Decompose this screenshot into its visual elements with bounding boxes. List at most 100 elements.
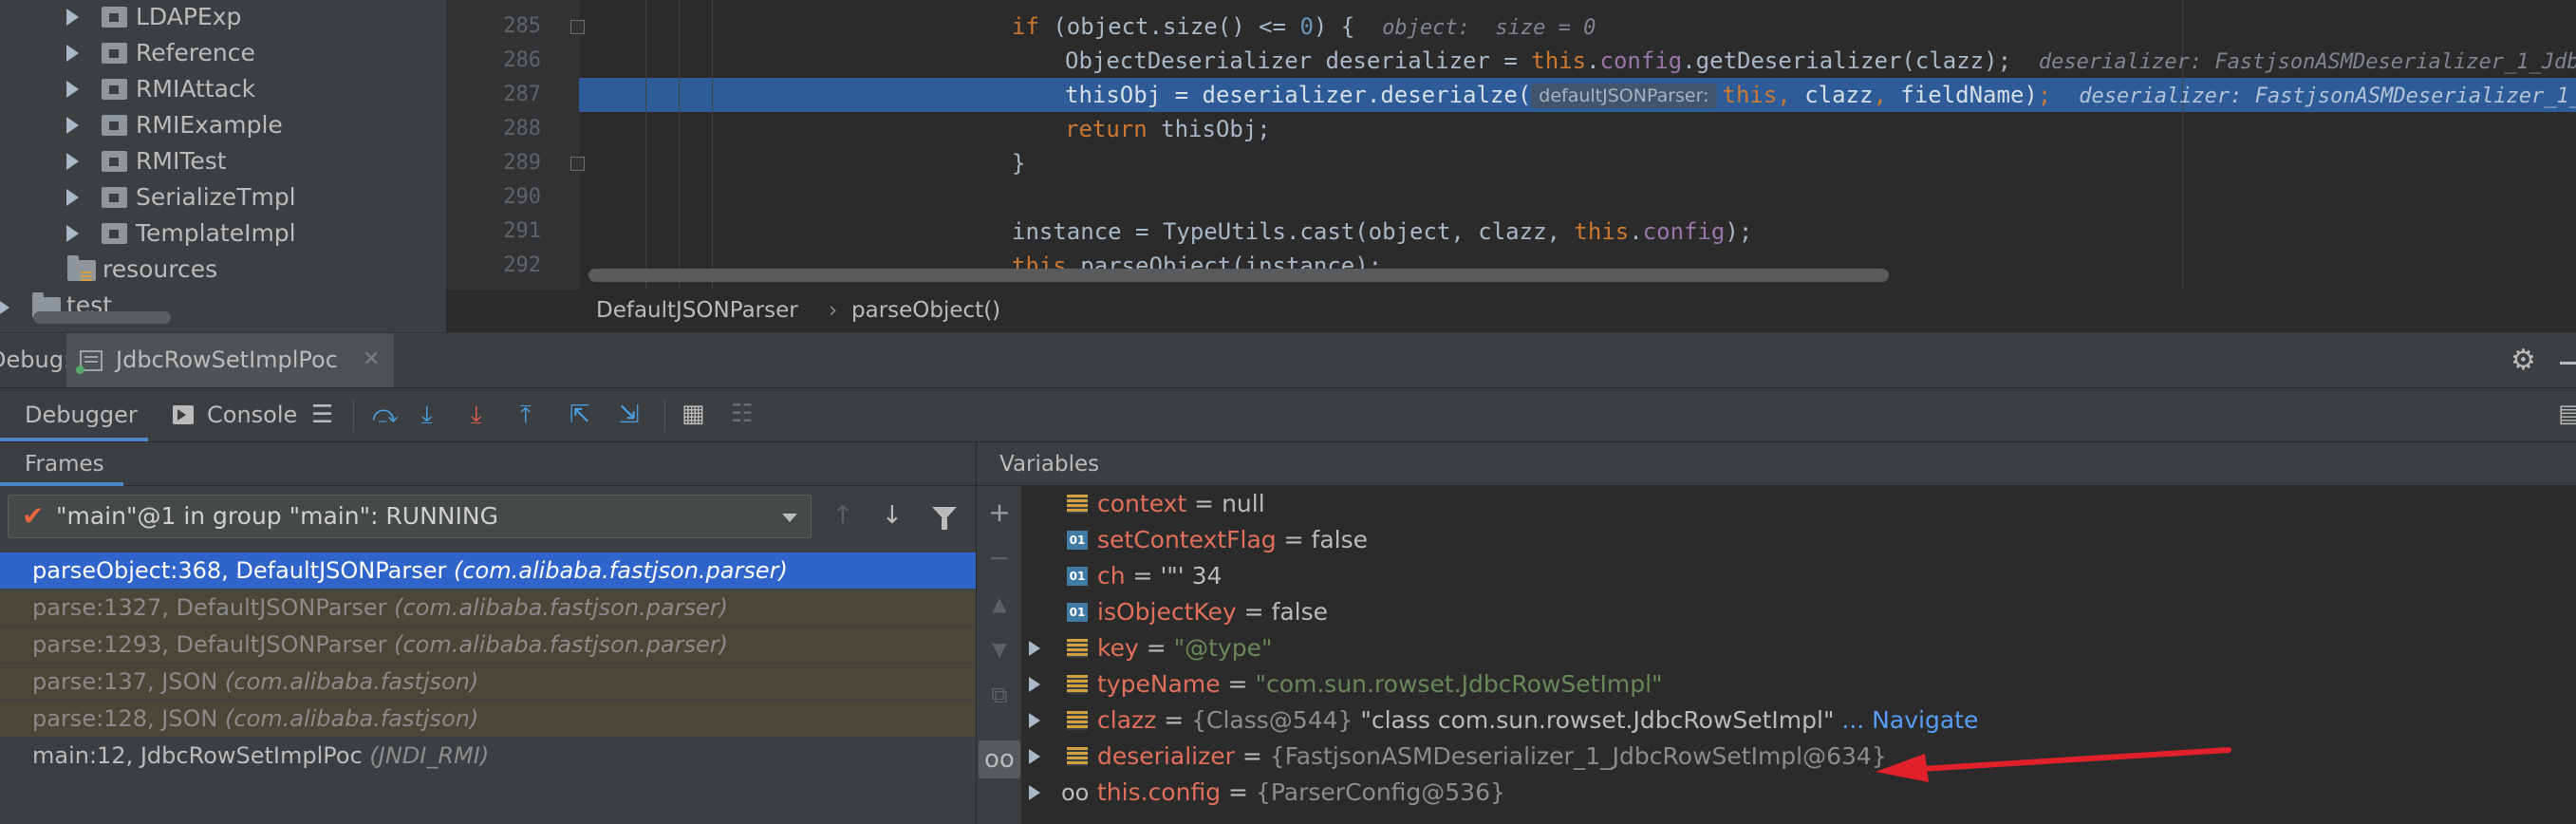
- expand-arrow-icon[interactable]: [66, 153, 79, 170]
- expand-arrow-icon[interactable]: [1029, 749, 1040, 764]
- annotation-arrow: [1876, 747, 2231, 782]
- field-icon: [1067, 711, 1088, 730]
- expand-arrow-icon[interactable]: [66, 189, 79, 206]
- breadcrumb-class[interactable]: DefaultJSONParser: [596, 290, 798, 332]
- variable-row[interactable]: clazz = {Class@544} "class com.sun.rowse…: [1021, 702, 2576, 739]
- variable-row[interactable]: 01 isObjectKey = false: [1021, 594, 2576, 630]
- package-icon: [102, 151, 127, 172]
- code-line-291: instance = TypeUtils.cast(object, clazz,…: [1012, 218, 1753, 245]
- field-icon: [1067, 747, 1088, 766]
- line-number-gutter[interactable]: 285 286 287 288 289 290 291 292: [446, 0, 585, 290]
- minimize-icon[interactable]: [2560, 362, 2576, 365]
- package-icon: [102, 43, 127, 64]
- code-line-289: }: [1012, 150, 1026, 177]
- parameter-hint: defaultJSONParser:: [1531, 84, 1717, 108]
- frame-item[interactable]: parse:128, JSON (com.alibaba.fastjson): [0, 701, 976, 737]
- line-number: 287: [503, 83, 541, 106]
- variables-panel-header: Variables: [976, 442, 2576, 486]
- primitive-field-icon: 01: [1067, 531, 1088, 550]
- inline-debug-value: deserializer: FastjsonASMDeserializer_1_…: [2079, 84, 2576, 108]
- run-to-cursor-icon[interactable]: ⇲: [619, 401, 640, 429]
- run-config-icon: [76, 350, 103, 374]
- previous-frame-icon: ↑: [832, 501, 853, 530]
- expand-arrow-icon[interactable]: [66, 117, 79, 134]
- package-icon: [102, 115, 127, 136]
- breadcrumb-method[interactable]: parseObject(): [851, 290, 1000, 332]
- line-number: 291: [503, 219, 541, 243]
- watches-toggle-button[interactable]: oo: [979, 740, 1020, 778]
- debug-session-tab[interactable]: JdbcRowSetImplPoc ✕: [66, 333, 394, 388]
- code-line-288: return thisObj;: [1065, 116, 1271, 142]
- variable-row[interactable]: deserializer = {FastjsonASMDeserializer_…: [1021, 739, 2576, 775]
- tab-debugger[interactable]: Debugger: [0, 388, 148, 441]
- tree-horizontal-scrollbar[interactable]: [33, 311, 171, 324]
- variable-row[interactable]: key = "@type": [1021, 630, 2576, 666]
- expand-arrow-icon[interactable]: [66, 9, 79, 26]
- variable-row[interactable]: 01 setContextFlag = false: [1021, 522, 2576, 558]
- frame-item[interactable]: main:12, JdbcRowSetImplPoc (JNDI_RMI): [0, 738, 976, 774]
- fold-marker-icon[interactable]: [570, 20, 585, 34]
- code-line-285: if (object.size() <= 0) { object: size =…: [1012, 13, 1596, 40]
- debug-tool-window-header: Debug: JdbcRowSetImplPoc ✕ ⚙: [0, 332, 2576, 388]
- chevron-down-icon[interactable]: [782, 514, 797, 522]
- package-icon: [102, 79, 127, 100]
- check-icon: ✔: [22, 500, 45, 532]
- step-out-icon[interactable]: ⤒: [520, 401, 532, 429]
- expand-arrow-icon[interactable]: [1029, 677, 1040, 692]
- line-number: 289: [503, 151, 541, 175]
- settings-gear-icon[interactable]: ⚙: [2511, 346, 2536, 375]
- breadcrumb: DefaultJSONParser › parseObject(): [446, 290, 2576, 332]
- variables-side-toolbar: + − ▲ ▼ ⧉ oo: [976, 486, 1021, 824]
- layout-menu-icon[interactable]: ☰: [311, 401, 333, 429]
- inline-debug-value: deserializer: FastjsonASMDeserializer_1_…: [2038, 50, 2576, 74]
- variable-row[interactable]: typeName = "com.sun.rowset.JdbcRowSetImp…: [1021, 666, 2576, 702]
- code-line-287: thisObj = deserializer.deserialze(defaul…: [1065, 78, 2576, 112]
- step-into-icon[interactable]: ⤓: [421, 401, 433, 429]
- force-step-into-icon[interactable]: ⤓: [471, 401, 482, 429]
- variable-row[interactable]: context = null: [1021, 486, 2576, 522]
- thread-selector[interactable]: ✔ "main"@1 in group "main": RUNNING: [8, 495, 812, 538]
- package-icon: [102, 187, 127, 208]
- code-line-286: ObjectDeserializer deserializer = this.c…: [1065, 44, 2576, 78]
- watch-glasses-icon: oo: [1061, 779, 1090, 806]
- package-icon: [102, 223, 127, 244]
- step-over-icon[interactable]: ⤼: [372, 401, 399, 429]
- field-icon: [1067, 495, 1088, 514]
- editor-horizontal-scrollbar[interactable]: [588, 269, 1889, 282]
- code-editor[interactable]: 285 286 287 288 289 290 291 292 if (obje…: [446, 0, 2576, 332]
- next-frame-icon[interactable]: ↓: [882, 501, 903, 530]
- expand-arrow-icon[interactable]: [1029, 785, 1040, 800]
- fold-marker-icon[interactable]: [570, 157, 585, 171]
- frame-item[interactable]: parseObject:368, DefaultJSONParser (com.…: [0, 552, 976, 589]
- expand-arrow-icon[interactable]: [1029, 713, 1040, 728]
- debug-label: Debug:: [0, 346, 72, 373]
- add-watch-icon[interactable]: +: [977, 494, 1022, 532]
- line-number: 292: [503, 253, 541, 277]
- project-tree: LDAPExp Reference RMIAttack RMIExample R…: [0, 0, 446, 332]
- expand-arrow-icon[interactable]: [1029, 641, 1040, 656]
- line-number: 285: [503, 14, 541, 38]
- restore-layout-icon[interactable]: ▤: [2558, 400, 2576, 428]
- console-icon: [173, 405, 194, 424]
- expand-arrow-icon[interactable]: [66, 225, 79, 242]
- resources-folder-icon: [67, 255, 96, 283]
- drop-frame-icon[interactable]: ⇱: [569, 401, 590, 429]
- variable-row[interactable]: oo this.config = {ParserConfig@536}: [1021, 775, 2576, 811]
- variable-row[interactable]: 01 ch = '"' 34: [1021, 558, 2576, 594]
- move-up-icon: ▲: [992, 592, 1007, 615]
- frame-item[interactable]: parse:1327, DefaultJSONParser (com.aliba…: [0, 590, 976, 626]
- frames-panel-header: Frames: [0, 442, 976, 486]
- field-icon: [1067, 675, 1088, 694]
- expand-arrow-icon[interactable]: [66, 81, 79, 98]
- tab-console[interactable]: Console: [167, 388, 300, 441]
- frame-item[interactable]: parse:137, JSON (com.alibaba.fastjson): [0, 664, 976, 700]
- frame-item[interactable]: parse:1293, DefaultJSONParser (com.aliba…: [0, 627, 976, 663]
- navigate-link[interactable]: ... Navigate: [1834, 706, 1978, 734]
- expand-arrow-icon[interactable]: [0, 299, 9, 316]
- debug-toolbar: Debugger Console ☰ ⤼ ⤓ ⤓ ⤒ ⇱ ⇲ ▦ ☷ ▤: [0, 387, 2576, 442]
- close-tab-icon[interactable]: ✕: [363, 341, 380, 379]
- expand-arrow-icon[interactable]: [66, 45, 79, 62]
- evaluate-expression-icon[interactable]: ▦: [681, 400, 705, 428]
- variables-tree[interactable]: context = null 01 setContextFlag = false…: [1021, 486, 2576, 824]
- primitive-field-icon: 01: [1067, 603, 1088, 622]
